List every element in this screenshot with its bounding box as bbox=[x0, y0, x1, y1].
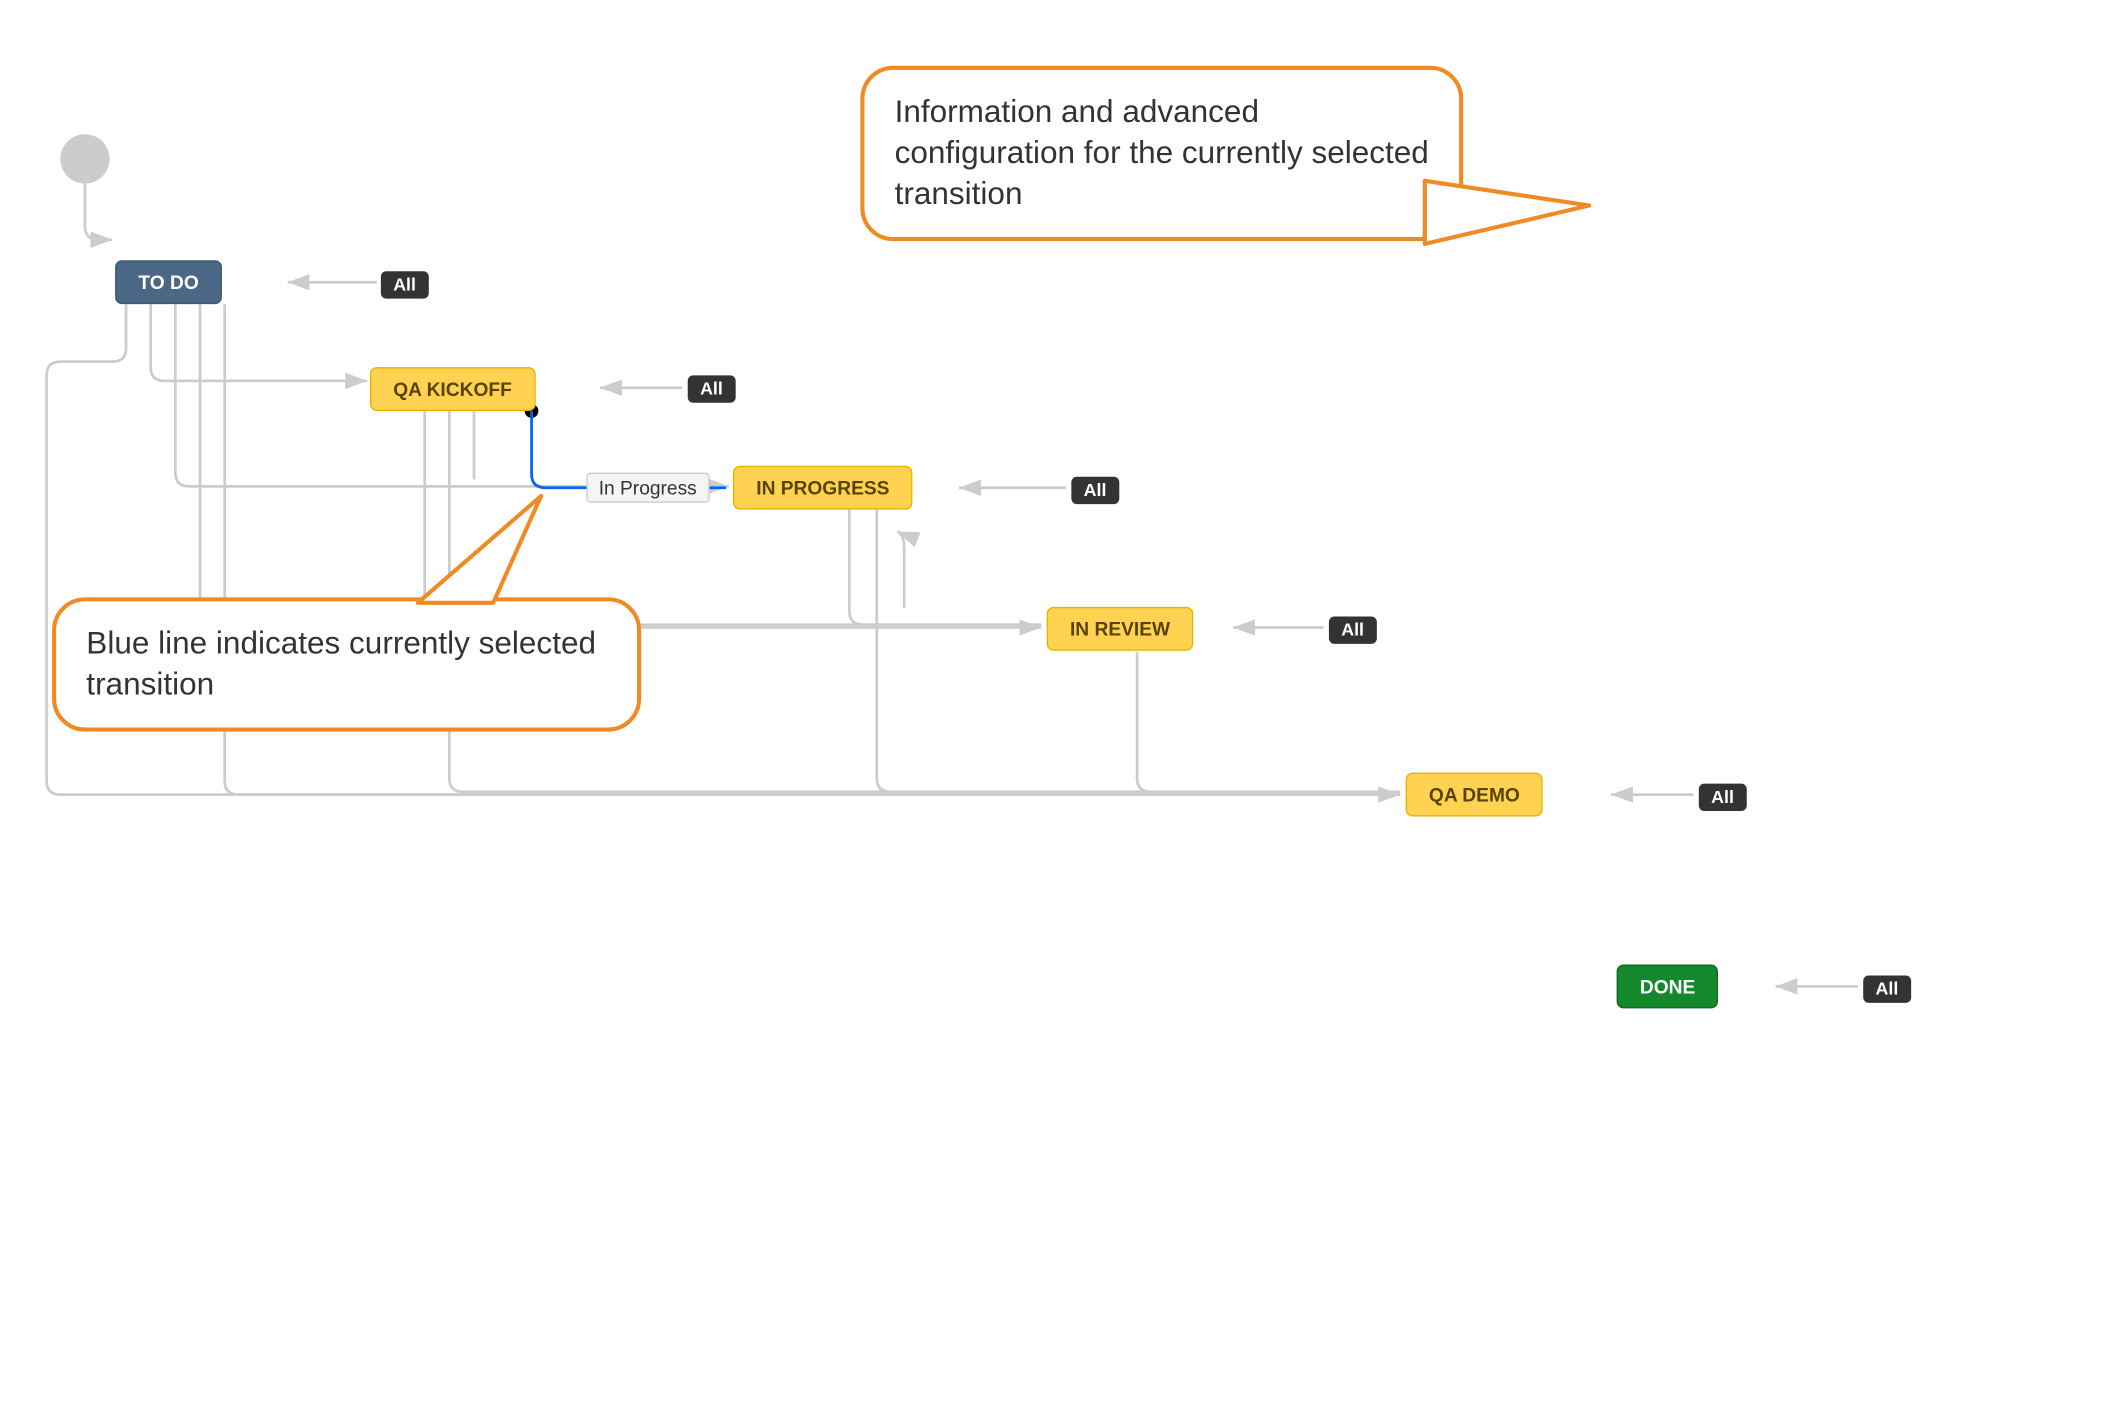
status-qa-kickoff[interactable]: QA KICKOFF bbox=[370, 367, 535, 411]
status-label: QA KICKOFF bbox=[393, 378, 512, 400]
status-label: IN PROGRESS bbox=[756, 477, 889, 499]
transition-label-selected[interactable]: In Progress bbox=[586, 473, 709, 503]
status-in-review[interactable]: IN REVIEW bbox=[1047, 607, 1194, 651]
all-badge-todo[interactable]: All bbox=[381, 271, 428, 298]
callout-right: Information and advanced configuration f… bbox=[860, 66, 1463, 241]
status-label: DONE bbox=[1640, 975, 1695, 997]
status-label: TO DO bbox=[138, 271, 198, 293]
status-in-progress[interactable]: IN PROGRESS bbox=[733, 466, 913, 510]
all-badge-qa-kickoff[interactable]: All bbox=[688, 375, 735, 402]
status-todo[interactable]: TO DO bbox=[115, 260, 222, 304]
all-badge-done[interactable]: All bbox=[1863, 975, 1910, 1002]
all-badge-in-progress[interactable]: All bbox=[1071, 477, 1118, 504]
callout-left: Blue line indicates currently selected t… bbox=[52, 597, 641, 731]
status-label: IN REVIEW bbox=[1070, 618, 1170, 640]
status-label: QA DEMO bbox=[1429, 784, 1520, 806]
callout-left-text: Blue line indicates currently selected t… bbox=[86, 625, 596, 702]
status-qa-demo[interactable]: QA DEMO bbox=[1406, 773, 1544, 817]
callout-right-text: Information and advanced configuration f… bbox=[895, 93, 1429, 211]
transition-label-text: In Progress bbox=[599, 477, 697, 499]
all-badge-qa-demo[interactable]: All bbox=[1699, 784, 1746, 811]
status-done[interactable]: DONE bbox=[1617, 964, 1719, 1008]
all-badge-in-review[interactable]: All bbox=[1329, 617, 1376, 644]
